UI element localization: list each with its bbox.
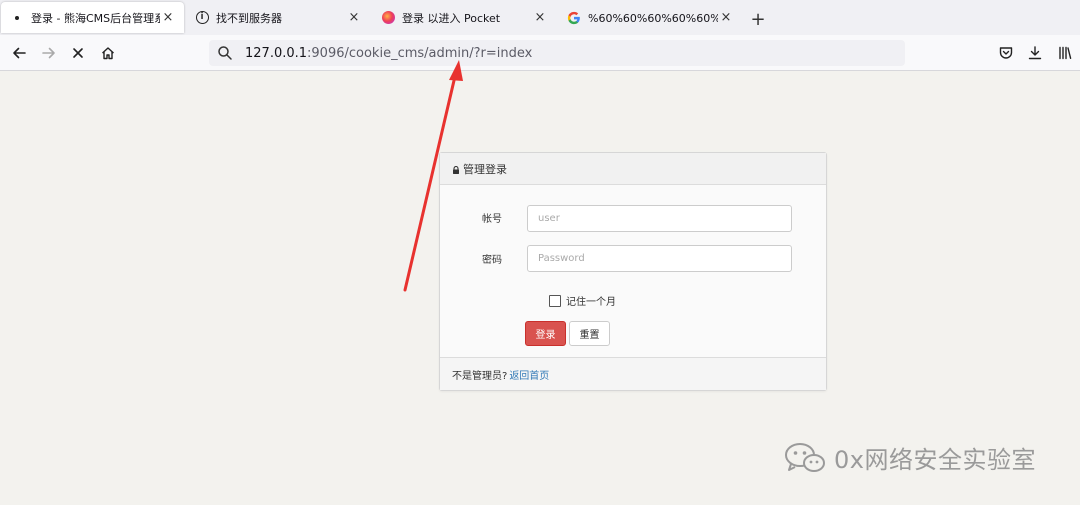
remember-me: 记住一个月 bbox=[549, 293, 616, 308]
lock-icon bbox=[453, 165, 459, 174]
tab-pocket[interactable]: 登录 以进入 Pocket × bbox=[372, 2, 556, 33]
stop-x-icon bbox=[73, 48, 83, 58]
not-admin-text: 不是管理员? bbox=[452, 370, 508, 382]
new-tab-button[interactable]: + bbox=[748, 9, 768, 30]
info-icon: i bbox=[194, 10, 210, 26]
navigation-bar: 127.0.0.1:9096/cookie_cms/admin/?r=index bbox=[0, 35, 1080, 71]
remember-checkbox[interactable] bbox=[549, 294, 561, 307]
panel-title: 管理登录 bbox=[463, 162, 507, 176]
tab-server-not-found[interactable]: i 找不到服务器 × bbox=[186, 2, 370, 33]
address-bar[interactable]: 127.0.0.1:9096/cookie_cms/admin/?r=index bbox=[209, 40, 905, 66]
password-input[interactable] bbox=[527, 245, 792, 272]
url-text: 127.0.0.1:9096/cookie_cms/admin/?r=index bbox=[245, 46, 532, 61]
arrow-left-icon bbox=[13, 47, 26, 59]
wechat-icon bbox=[785, 442, 825, 472]
login-panel: 管理登录 帐号 密码 记住一个月 登录 重置 不是管理员? 返回首页 bbox=[439, 152, 827, 391]
username-label: 帐号 bbox=[482, 214, 502, 225]
back-to-home-link[interactable]: 返回首页 bbox=[509, 367, 549, 382]
login-button[interactable]: 登录 bbox=[525, 321, 566, 346]
arrow-right-icon bbox=[42, 47, 55, 59]
tab-title: %60%60%60%60%60%60 是 bbox=[588, 11, 718, 25]
password-label: 密码 bbox=[482, 255, 502, 266]
google-icon bbox=[566, 10, 582, 26]
panel-header: 管理登录 bbox=[440, 153, 826, 185]
watermark-text: 0x网络安全实验室 bbox=[834, 446, 1036, 474]
close-icon[interactable]: × bbox=[718, 10, 734, 26]
library-icon bbox=[1059, 46, 1072, 60]
tab-title: 登录 以进入 Pocket bbox=[402, 11, 501, 25]
url-path: :9096/cookie_cms/admin/?r=index bbox=[307, 45, 533, 61]
reset-button[interactable]: 重置 bbox=[569, 321, 610, 346]
pocket-icon bbox=[380, 10, 396, 26]
home-button[interactable] bbox=[97, 42, 119, 64]
close-icon[interactable]: × bbox=[346, 10, 362, 26]
search-icon bbox=[218, 46, 232, 60]
downloads-button[interactable] bbox=[1024, 42, 1046, 64]
stop-button[interactable] bbox=[67, 42, 89, 64]
close-icon[interactable]: × bbox=[532, 10, 548, 26]
home-icon bbox=[102, 47, 114, 60]
remember-label: 记住一个月 bbox=[566, 297, 616, 308]
tab-google-search[interactable]: %60%60%60%60%60%60 是 × bbox=[558, 2, 742, 33]
back-button[interactable] bbox=[8, 42, 30, 64]
loading-dot-icon bbox=[9, 10, 25, 26]
pocket-button[interactable] bbox=[995, 42, 1017, 64]
library-button[interactable] bbox=[1054, 42, 1076, 64]
forward-button[interactable] bbox=[38, 42, 60, 64]
tab-strip: 登录 - 熊海CMS后台管理系统 × i 找不到服务器 × 登录 以进入 Poc… bbox=[0, 0, 1080, 35]
tab-login-cms[interactable]: 登录 - 熊海CMS后台管理系统 × bbox=[1, 2, 184, 33]
username-input[interactable] bbox=[527, 205, 792, 232]
tab-title: 登录 - 熊海CMS后台管理系统 bbox=[31, 11, 160, 25]
url-host: 127.0.0.1 bbox=[245, 45, 308, 61]
pocket-save-icon bbox=[999, 47, 1013, 59]
watermark: 0x网络安全实验室 bbox=[784, 440, 1036, 475]
close-icon[interactable]: × bbox=[160, 10, 176, 26]
panel-footer: 不是管理员? 返回首页 bbox=[440, 357, 826, 390]
tab-title: 找不到服务器 bbox=[216, 11, 282, 25]
download-icon bbox=[1028, 46, 1042, 60]
